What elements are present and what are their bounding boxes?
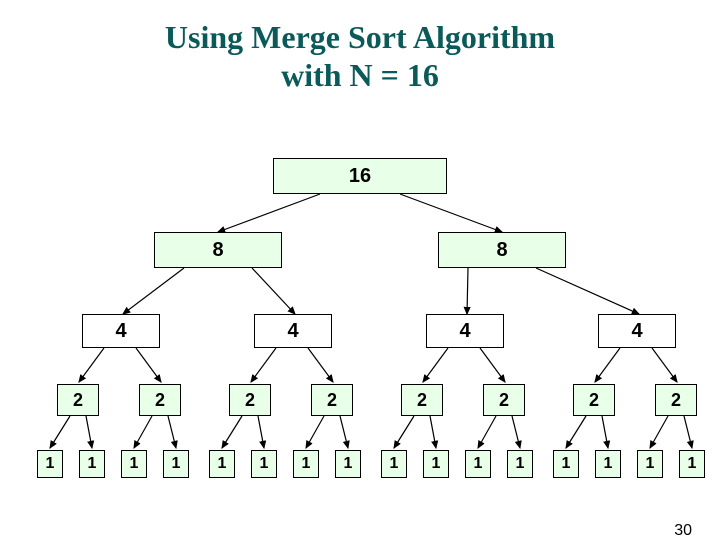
node-root: 16 [273, 158, 447, 194]
node-4-2: 4 [426, 314, 504, 348]
node-1-8: 1 [381, 450, 407, 478]
node-1-7: 1 [335, 450, 361, 478]
node-1-13: 1 [595, 450, 621, 478]
node-1-15: 1 [679, 450, 705, 478]
node-4-0: 4 [82, 314, 160, 348]
node-8-right: 8 [438, 232, 566, 268]
node-2-5: 2 [483, 384, 525, 416]
node-4-1: 4 [254, 314, 332, 348]
node-1-1: 1 [79, 450, 105, 478]
node-1-3: 1 [163, 450, 189, 478]
node-1-9: 1 [423, 450, 449, 478]
title-line-2: with N = 16 [0, 56, 720, 94]
node-1-0: 1 [37, 450, 63, 478]
merge-sort-diagram: 16 8 8 4 4 4 4 2 2 2 2 2 2 2 2 1 1 1 1 1… [0, 148, 720, 518]
node-1-4: 1 [209, 450, 235, 478]
node-2-7: 2 [655, 384, 697, 416]
node-1-11: 1 [507, 450, 533, 478]
node-1-6: 1 [293, 450, 319, 478]
node-2-4: 2 [401, 384, 443, 416]
node-4-3: 4 [598, 314, 676, 348]
node-1-2: 1 [121, 450, 147, 478]
node-1-10: 1 [465, 450, 491, 478]
slide-number: 30 [674, 522, 692, 540]
node-1-5: 1 [251, 450, 277, 478]
node-2-2: 2 [229, 384, 271, 416]
node-2-0: 2 [57, 384, 99, 416]
node-1-14: 1 [637, 450, 663, 478]
node-2-1: 2 [139, 384, 181, 416]
node-2-6: 2 [573, 384, 615, 416]
node-8-left: 8 [154, 232, 282, 268]
title-line-1: Using Merge Sort Algorithm [0, 18, 720, 56]
node-2-3: 2 [311, 384, 353, 416]
node-1-12: 1 [553, 450, 579, 478]
